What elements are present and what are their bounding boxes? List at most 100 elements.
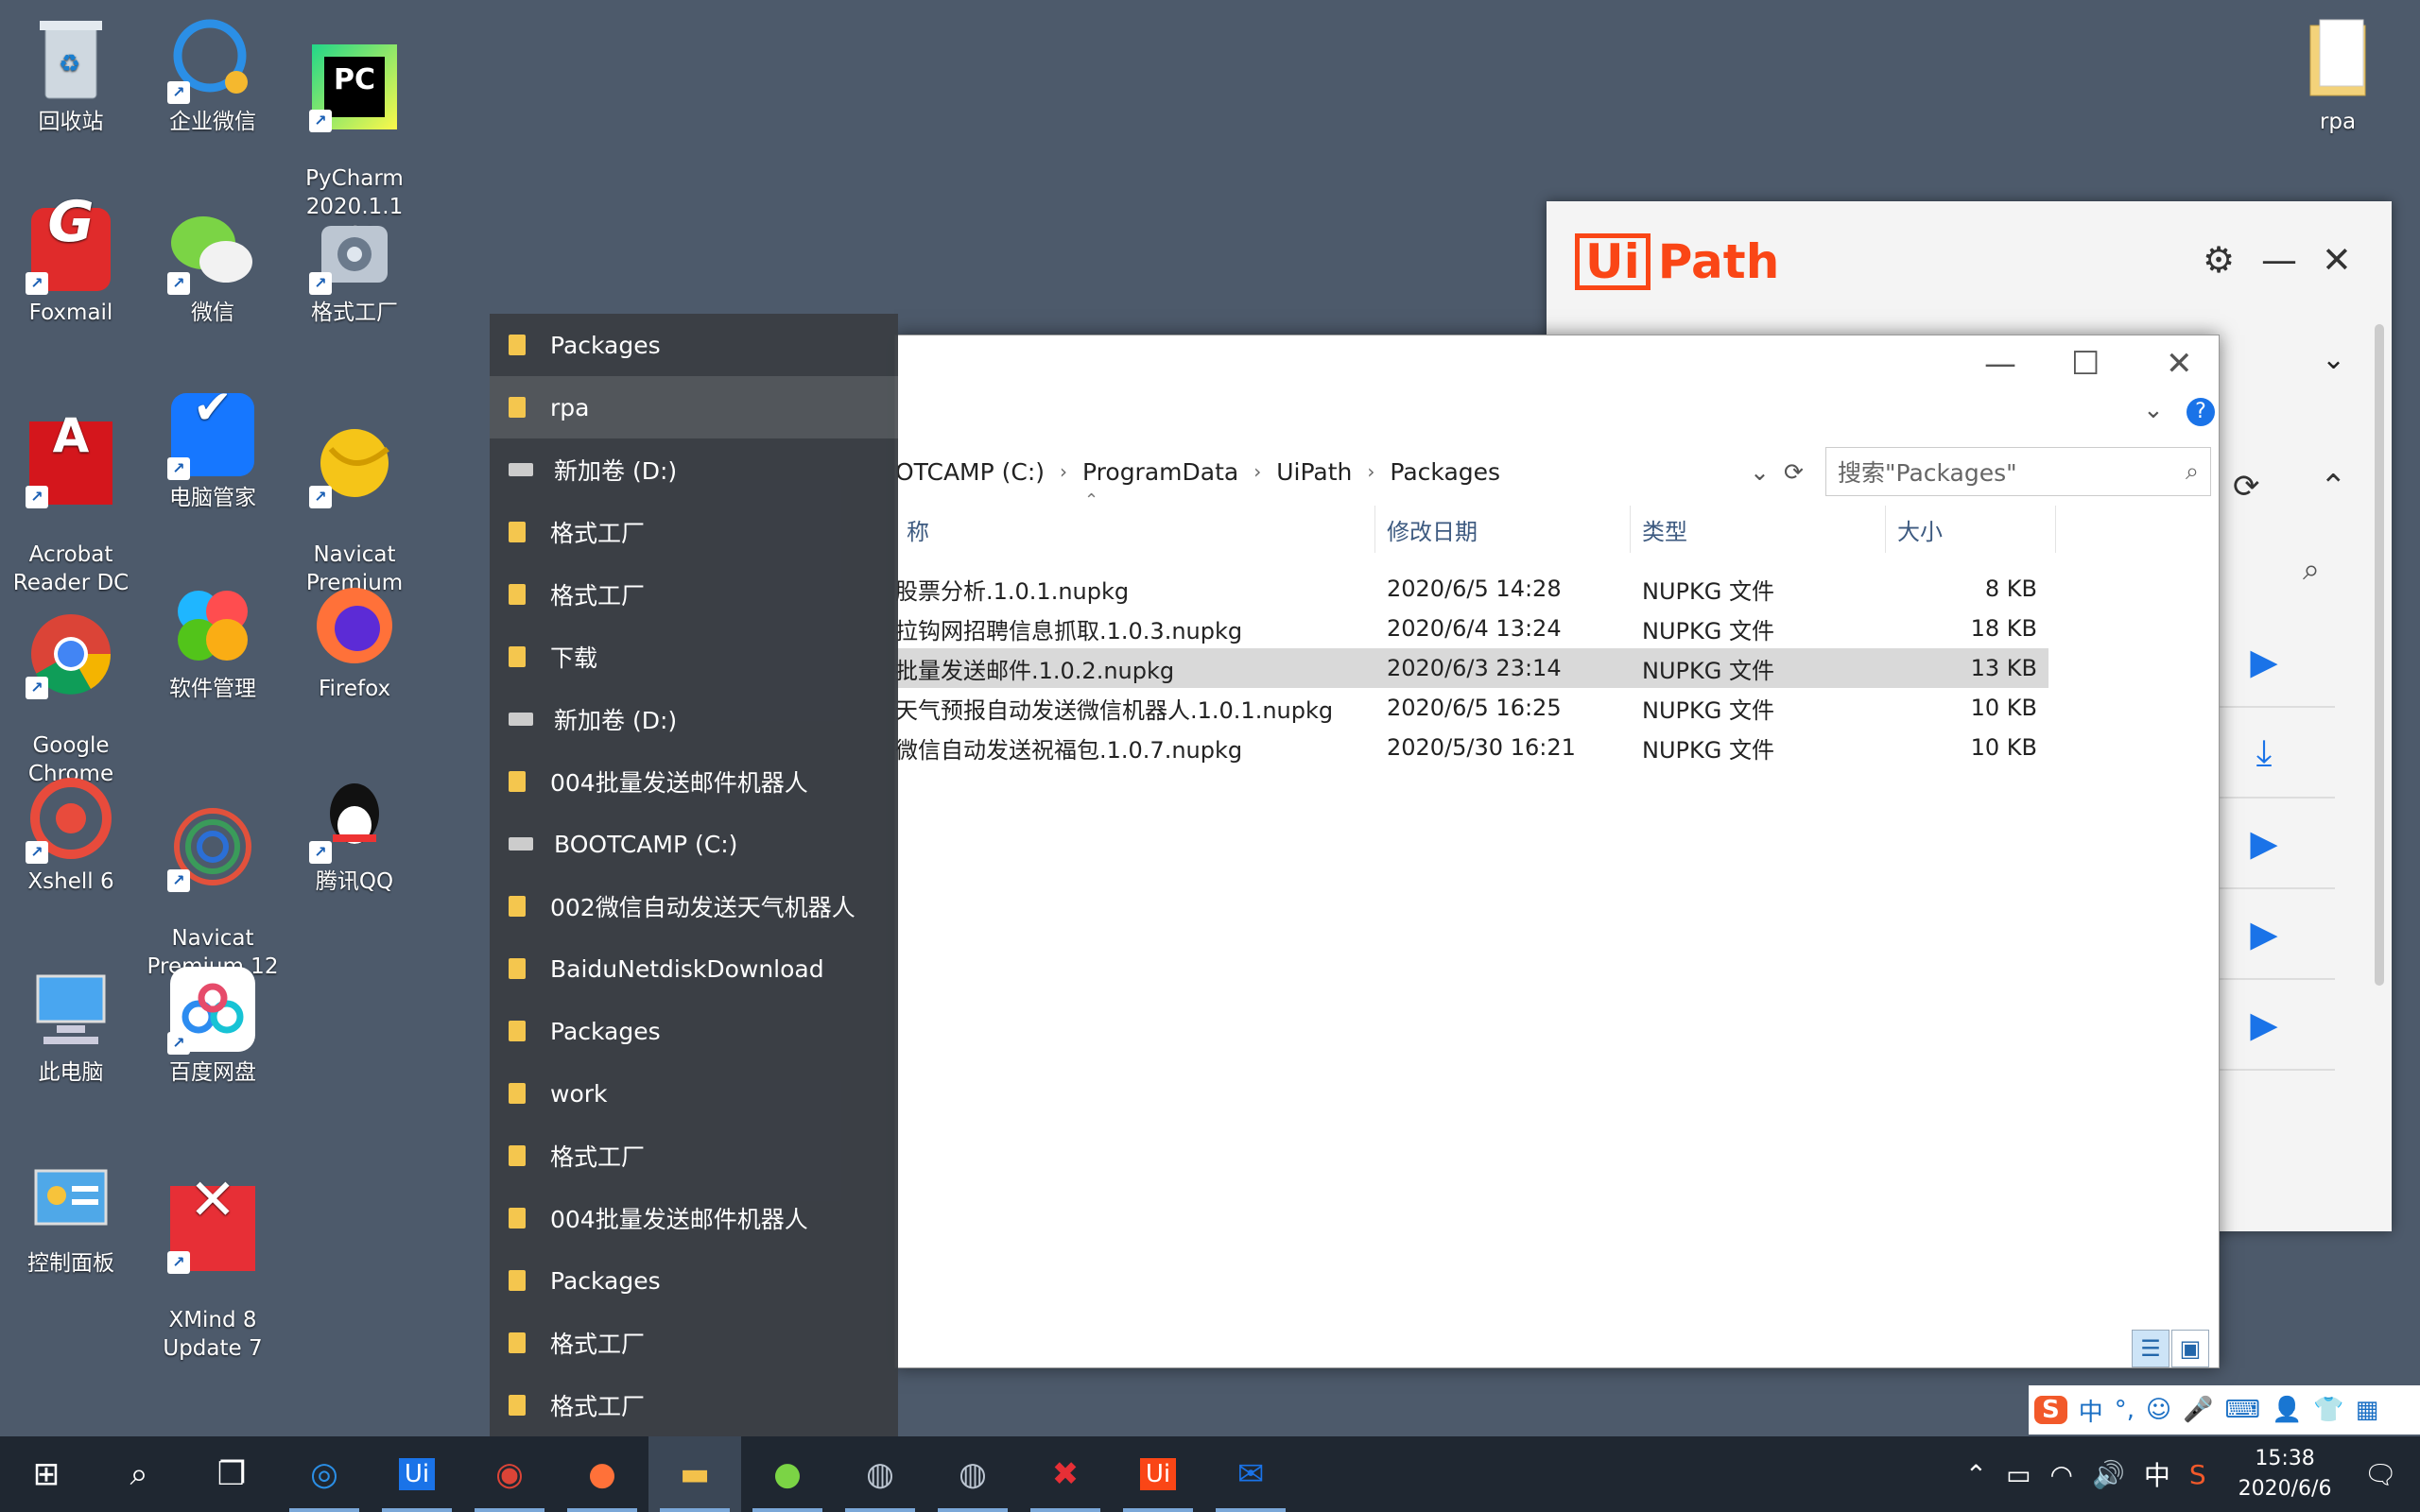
breadcrumb-drive[interactable]: OTCAMP (C:) [895, 458, 1045, 486]
minimize-button[interactable]: — [1984, 345, 2016, 383]
wifi-icon[interactable]: ◠ [2050, 1459, 2073, 1490]
keyboard-icon[interactable]: ⌨ [2225, 1396, 2261, 1424]
search-icon[interactable]: ⌕ [93, 1436, 185, 1512]
format-factory-taskbar-icon[interactable]: ◍ [926, 1436, 1019, 1512]
address-bar[interactable]: OTCAMP (C:) › ProgramData › UiPath › Packag… [895, 447, 1822, 496]
pc-manager-icon: ✔ ↗ [167, 384, 258, 480]
column-date[interactable]: 修改日期 [1375, 506, 1631, 553]
breadcrumb-uipath[interactable]: UiPath [1276, 458, 1352, 486]
desktop-icon-baidu-pan[interactable]: ↗ 百度网盘 [142, 964, 284, 1087]
address-dropdown-icon[interactable]: ⌄ [1750, 458, 1770, 486]
sogou-tray-icon[interactable]: S [2189, 1459, 2206, 1490]
desktop-icon-software-mgmt[interactable]: 软件管理 [142, 580, 284, 703]
breadcrumb-packages[interactable]: Packages [1390, 458, 1500, 486]
microphone-icon[interactable]: 🎤 [2183, 1396, 2213, 1424]
chrome-taskbar-icon[interactable]: ◉ [463, 1436, 556, 1512]
jump-list-item[interactable]: BaiduNetdiskDownload [490, 937, 898, 1000]
show-hidden-icons-chevron-icon[interactable]: ⌃ [1965, 1459, 1987, 1490]
xmind-taskbar-icon[interactable]: ✖ [1019, 1436, 1112, 1512]
column-name[interactable]: 称 [895, 506, 1375, 553]
column-size[interactable]: 大小 [1886, 506, 2056, 553]
file-row[interactable]: 天气预报自动发送微信机器人.1.0.1.nupkg 2020/6/5 16:25 N… [895, 688, 2048, 728]
desktop-icon-foxmail[interactable]: G ↗ Foxmail [0, 194, 142, 327]
outlook-taskbar-icon[interactable]: ✉ [1204, 1436, 1297, 1512]
battery-icon[interactable]: ▭ [2006, 1459, 2031, 1490]
file-explorer-taskbar-icon[interactable]: ▬ [648, 1436, 741, 1512]
skin-icon[interactable]: 👕 [2313, 1396, 2343, 1424]
close-button[interactable]: ✕ [2322, 239, 2352, 281]
input-lang[interactable]: 中 [2144, 1455, 2170, 1493]
file-row[interactable]: 批量发送邮件.1.0.2.nupkg 2020/6/3 23:14 NUPKG 文件… [895, 648, 2048, 688]
maximize-button[interactable]: ☐ [2071, 345, 2100, 383]
scrollbar[interactable] [2375, 324, 2384, 986]
settings-gear-icon[interactable]: ⚙ [2203, 239, 2235, 281]
jump-list-item[interactable]: Packages [490, 314, 898, 376]
help-icon[interactable]: ? [2187, 398, 2215, 426]
desktop-icon-recycle-bin[interactable]: ♻ 回收站 [0, 13, 142, 136]
task-view-icon[interactable]: ❐ [185, 1436, 278, 1512]
refresh-icon[interactable]: ⟳ [1784, 458, 1804, 486]
desktop-icon-wechat[interactable]: ↗ 微信 [142, 204, 284, 327]
desktop-icon-this-pc[interactable]: 此电脑 [0, 964, 142, 1087]
file-row[interactable]: 股票分析.1.0.1.nupkg 2020/6/5 14:28 NUPKG 文件 8 … [895, 569, 2048, 609]
jump-list-item[interactable]: 004批量发送邮件机器人 [490, 1187, 898, 1249]
jump-list-item[interactable]: 004批量发送邮件机器人 [490, 750, 898, 813]
file-row[interactable]: 拉钩网招聘信息抓取.1.0.3.nupkg 2020/6/4 13:24 NUPKG… [895, 609, 2048, 648]
desktop-icon-rpa-folder[interactable]: rpa [2267, 13, 2409, 136]
toolbox-icon[interactable]: ▦ [2356, 1396, 2379, 1424]
desktop-icon-format-factory[interactable]: ↗ 格式工厂 [284, 204, 425, 327]
search-input[interactable]: 搜索"Packages" ⌕ [1825, 447, 2211, 496]
jump-list-item[interactable]: 格式工厂 [490, 1312, 898, 1374]
desktop-icon-control-panel[interactable]: 控制面板 [0, 1155, 142, 1278]
desktop-icon-xshell[interactable]: ↗ Xshell 6 [0, 773, 142, 896]
close-button[interactable]: ✕ [2166, 345, 2193, 383]
uipath-studio-taskbar-icon[interactable]: Ui [1112, 1436, 1204, 1512]
punctuation-icon[interactable]: °, [2115, 1396, 2135, 1424]
wecom-taskbar-icon[interactable]: ◎ [278, 1436, 371, 1512]
ribbon-expand-chevron-icon[interactable]: ⌄ [2143, 396, 2164, 424]
desktop-icon-firefox[interactable]: Firefox [284, 580, 425, 703]
collapse-chevron-icon[interactable]: ⌄ [2322, 343, 2345, 376]
user-icon[interactable]: 👤 [2272, 1396, 2302, 1424]
jump-list-item[interactable]: 格式工厂 [490, 1125, 898, 1187]
wechat-taskbar-icon[interactable]: ● [741, 1436, 834, 1512]
uipath-taskbar-icon[interactable]: Ui [371, 1436, 463, 1512]
desktop-icon-wecom[interactable]: ↗ 企业微信 [142, 13, 284, 136]
clock[interactable]: 15:38 2020/6/6 [2238, 1444, 2332, 1504]
jump-list-item[interactable]: Packages [490, 1249, 898, 1312]
taskbar: ⊞ ⌕ ❐ ◎ Ui ◉ ● ▬ ● ◍ ◍ ✖ Ui ✉ ⌃ ▭ ◠ 🔊 中 … [0, 1436, 2420, 1512]
desktop-icon-xmind[interactable]: ✕ ↗ XMind 8 Update 7 [142, 1155, 284, 1391]
desktop-icon-pc-manager[interactable]: ✔ ↗ 电脑管家 [142, 384, 284, 512]
jump-list-item[interactable]: 格式工厂 [490, 1374, 898, 1436]
folder-icon [509, 896, 526, 917]
sogou-logo-icon[interactable]: S [2034, 1396, 2067, 1424]
format-factory-taskbar-icon[interactable]: ◍ [834, 1436, 926, 1512]
large-icons-view-button[interactable]: ▣ [2171, 1330, 2209, 1367]
jump-list-item[interactable]: rpa [490, 376, 898, 438]
jump-list-item[interactable]: work [490, 1062, 898, 1125]
column-type[interactable]: 类型 [1631, 506, 1886, 553]
volume-icon[interactable]: 🔊 [2092, 1459, 2125, 1490]
folder-icon [509, 1083, 526, 1104]
jump-list-item[interactable]: 002微信自动发送天气机器人 [490, 875, 898, 937]
minimize-button[interactable]: — [2261, 239, 2297, 281]
emoji-icon[interactable]: ☺ [2146, 1396, 2171, 1424]
notification-icon[interactable]: 🗨 [2363, 1459, 2397, 1490]
refresh-icon[interactable]: ⟳ [2233, 468, 2260, 506]
start-windows-icon[interactable]: ⊞ [0, 1436, 93, 1512]
jump-list-item[interactable]: 下载 [490, 626, 898, 688]
ime-lang[interactable]: 中 [2079, 1393, 2103, 1428]
jump-list-item[interactable]: 格式工厂 [490, 563, 898, 626]
jump-list-item[interactable]: 格式工厂 [490, 501, 898, 563]
file-row[interactable]: 微信自动发送祝福包.1.0.7.nupkg 2020/5/30 16:21 NUPK… [895, 728, 2048, 767]
jump-list-item[interactable]: BOOTCAMP (C:) [490, 813, 898, 875]
jump-list-item[interactable]: 新加卷 (D:) [490, 688, 898, 750]
chevron-up-icon[interactable]: ⌃ [2320, 468, 2347, 506]
firefox-taskbar-icon[interactable]: ● [556, 1436, 648, 1512]
process-search-icon[interactable]: ⌕ [2303, 551, 2320, 588]
jump-list-item[interactable]: Packages [490, 1000, 898, 1062]
details-view-button[interactable]: ☰ [2132, 1330, 2169, 1367]
jump-list-item[interactable]: 新加卷 (D:) [490, 438, 898, 501]
breadcrumb-programdata[interactable]: ProgramData [1082, 458, 1238, 486]
desktop-icon-qq[interactable]: ↗ 腾讯QQ [284, 773, 425, 896]
